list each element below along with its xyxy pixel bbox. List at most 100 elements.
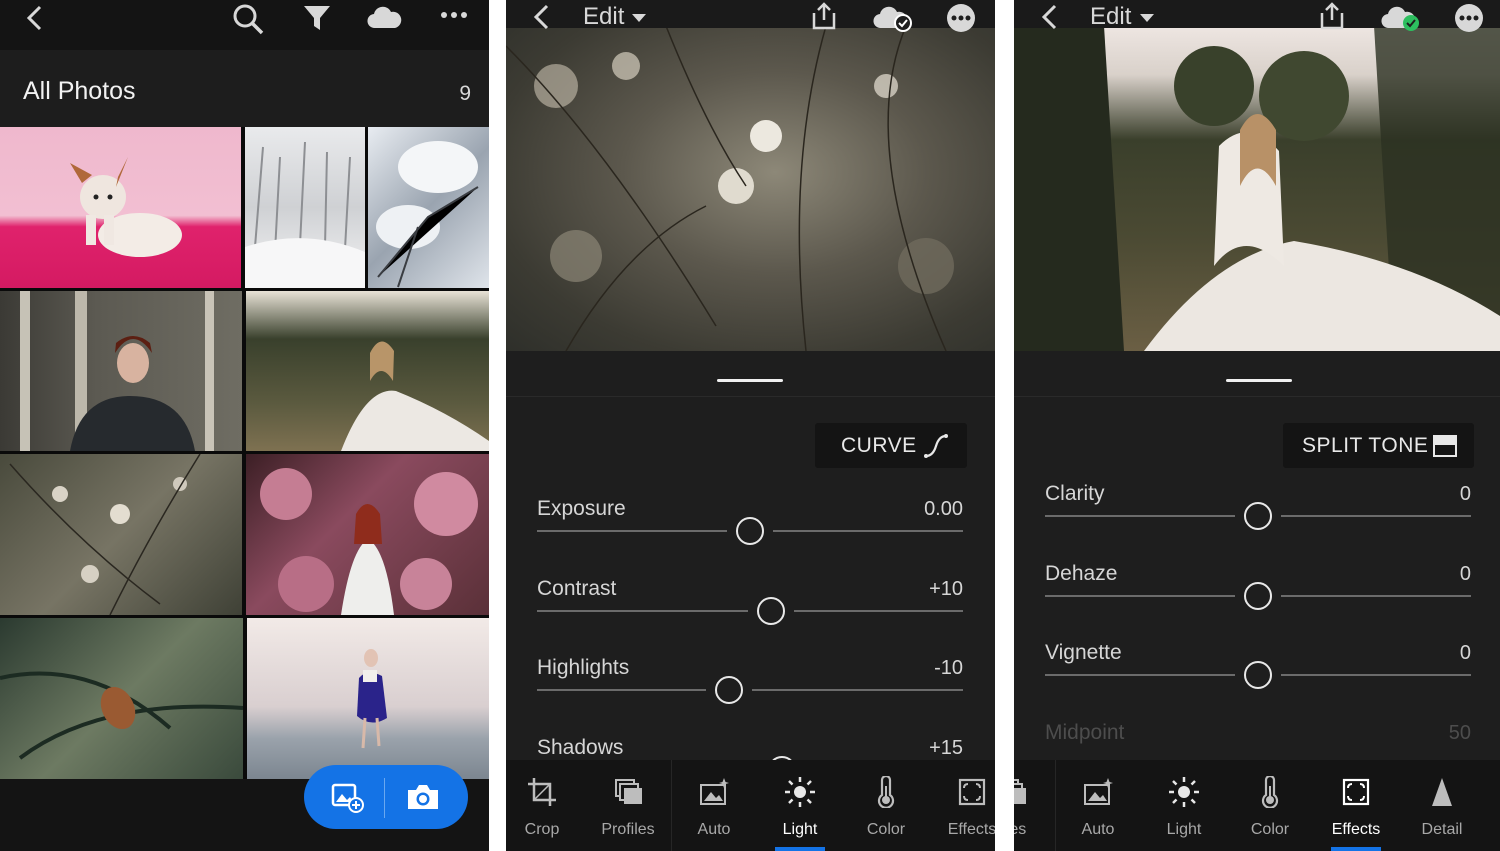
tool-effects[interactable]: Effects bbox=[1313, 760, 1399, 851]
slider-track-right[interactable] bbox=[1281, 515, 1471, 517]
add-photo-icon[interactable] bbox=[331, 781, 365, 813]
tool-light[interactable]: Light bbox=[1141, 760, 1227, 851]
back-chevron-icon[interactable] bbox=[1040, 4, 1060, 30]
tool-label: Effects bbox=[947, 821, 995, 838]
slider-track-right[interactable] bbox=[1281, 594, 1471, 597]
import-fab bbox=[304, 765, 468, 829]
auto-icon bbox=[700, 778, 729, 805]
camera-icon[interactable] bbox=[405, 782, 441, 812]
tool-detail[interactable]: Detail bbox=[1399, 760, 1485, 851]
tool-label: files bbox=[1014, 821, 1027, 838]
slider-track-left[interactable] bbox=[1045, 674, 1235, 676]
cloud-sync-icon[interactable] bbox=[872, 4, 914, 32]
slider-label-highlights: Highlights bbox=[537, 656, 630, 679]
auto-icon bbox=[1084, 778, 1113, 805]
slider-knob-clarity[interactable] bbox=[1244, 502, 1272, 530]
tool-label: Auto bbox=[697, 821, 731, 838]
effects-icon bbox=[958, 778, 986, 806]
photo-thumb-cherry-blossom[interactable] bbox=[246, 454, 489, 615]
tool-profiles[interactable]: Profiles bbox=[585, 760, 671, 851]
curve-button[interactable]: CURVE bbox=[815, 423, 967, 468]
photo-thumb-woman-sweater[interactable] bbox=[0, 291, 242, 451]
edit-menu-label[interactable]: Edit bbox=[1090, 3, 1131, 31]
share-icon[interactable] bbox=[810, 1, 838, 31]
tool-files[interactable]: files bbox=[1014, 760, 1055, 851]
slider-track-left[interactable] bbox=[1045, 594, 1235, 597]
tool-auto[interactable]: Auto bbox=[671, 760, 757, 851]
library-top-bar bbox=[0, 0, 489, 50]
split-tone-icon bbox=[1433, 435, 1457, 457]
slider-track-right[interactable] bbox=[773, 530, 963, 532]
tool-label: Detail bbox=[1421, 821, 1463, 838]
photo-thumb-woman-field[interactable] bbox=[246, 291, 489, 451]
more-icon[interactable] bbox=[946, 3, 976, 33]
slider-value-shadows: +15 bbox=[929, 736, 963, 759]
tool-label: Color bbox=[1250, 821, 1290, 838]
slider-label-midpoint: Midpoint bbox=[1045, 720, 1125, 744]
detail-icon bbox=[1432, 778, 1452, 806]
share-icon[interactable] bbox=[1318, 1, 1346, 31]
slider-knob-highlights[interactable] bbox=[714, 676, 743, 704]
photo-grid bbox=[0, 127, 489, 779]
photo-thumb-dried-flowers[interactable] bbox=[0, 454, 242, 615]
tool-color[interactable]: Color bbox=[843, 760, 929, 851]
crop-icon bbox=[528, 778, 556, 806]
chevron-down-icon[interactable] bbox=[1140, 14, 1154, 22]
light-icon bbox=[785, 777, 815, 807]
tool-label: Crop bbox=[524, 821, 560, 838]
slider-track-left[interactable] bbox=[1045, 515, 1235, 517]
tool-label: Effects bbox=[1331, 821, 1381, 838]
search-icon[interactable] bbox=[232, 3, 266, 35]
tool-color[interactable]: Color bbox=[1227, 760, 1313, 851]
slider-track-left[interactable] bbox=[537, 530, 727, 532]
slider-track-right[interactable] bbox=[794, 609, 963, 612]
tool-label: Auto bbox=[1081, 821, 1115, 838]
tool-label: Profiles bbox=[601, 821, 655, 838]
chevron-down-icon[interactable] bbox=[632, 14, 646, 22]
filter-icon[interactable] bbox=[302, 4, 332, 32]
slider-knob-dehaze[interactable] bbox=[1244, 581, 1272, 610]
cloud-icon[interactable] bbox=[366, 4, 402, 30]
panel-drag-handle[interactable] bbox=[1226, 379, 1292, 382]
more-icon[interactable] bbox=[1454, 3, 1484, 33]
light-icon bbox=[1169, 777, 1199, 807]
photo-thumb-snow-forest[interactable] bbox=[245, 127, 365, 288]
photo-thumb-puppy[interactable] bbox=[0, 127, 241, 288]
slider-track-right[interactable] bbox=[1281, 674, 1471, 676]
split-tone-button[interactable]: SPLIT TONE bbox=[1283, 423, 1474, 468]
curve-label: CURVE bbox=[841, 434, 917, 457]
edit-photo-woman-field bbox=[1014, 26, 1500, 351]
album-title: All Photos bbox=[23, 77, 136, 105]
section-divider bbox=[1014, 396, 1500, 397]
panel-drag-handle[interactable] bbox=[717, 379, 783, 382]
tool-effects[interactable]: Effects bbox=[929, 760, 995, 851]
slider-track-left[interactable] bbox=[537, 609, 749, 612]
tool-auto[interactable]: Auto bbox=[1055, 760, 1141, 851]
slider-label-contrast: Contrast bbox=[537, 576, 617, 600]
edit-top-bar bbox=[1014, 0, 1500, 28]
cloud-synced-icon[interactable] bbox=[1380, 4, 1422, 32]
back-chevron-icon[interactable] bbox=[532, 4, 552, 30]
slider-value-dehaze: 0 bbox=[1459, 562, 1471, 585]
back-chevron-icon[interactable] bbox=[24, 5, 46, 31]
slider-label-exposure: Exposure bbox=[537, 497, 626, 520]
edit-menu-label[interactable]: Edit bbox=[583, 3, 624, 31]
tool-label: Light bbox=[1166, 821, 1202, 838]
library-screen: All Photos 9 bbox=[0, 0, 489, 851]
profiles-icon bbox=[615, 779, 642, 804]
edit-top-bar bbox=[506, 0, 995, 28]
slider-track-left[interactable] bbox=[537, 689, 706, 691]
more-icon[interactable] bbox=[440, 10, 468, 20]
slider-track-right[interactable] bbox=[751, 689, 963, 691]
photo-thumb-snowy-branch[interactable] bbox=[368, 127, 489, 288]
photo-thumb-beach[interactable] bbox=[247, 618, 489, 779]
slider-knob-contrast[interactable] bbox=[757, 596, 786, 625]
slider-knob-vignette[interactable] bbox=[1244, 661, 1272, 689]
tool-light[interactable]: Light bbox=[757, 760, 843, 851]
photo-thumb-pine-cone[interactable] bbox=[0, 618, 243, 779]
slider-value-vignette: 0 bbox=[1459, 642, 1471, 664]
slider-knob-exposure[interactable] bbox=[736, 517, 764, 545]
slider-label-dehaze: Dehaze bbox=[1045, 561, 1118, 585]
section-divider bbox=[506, 396, 995, 397]
tool-crop[interactable]: Crop bbox=[506, 760, 585, 851]
